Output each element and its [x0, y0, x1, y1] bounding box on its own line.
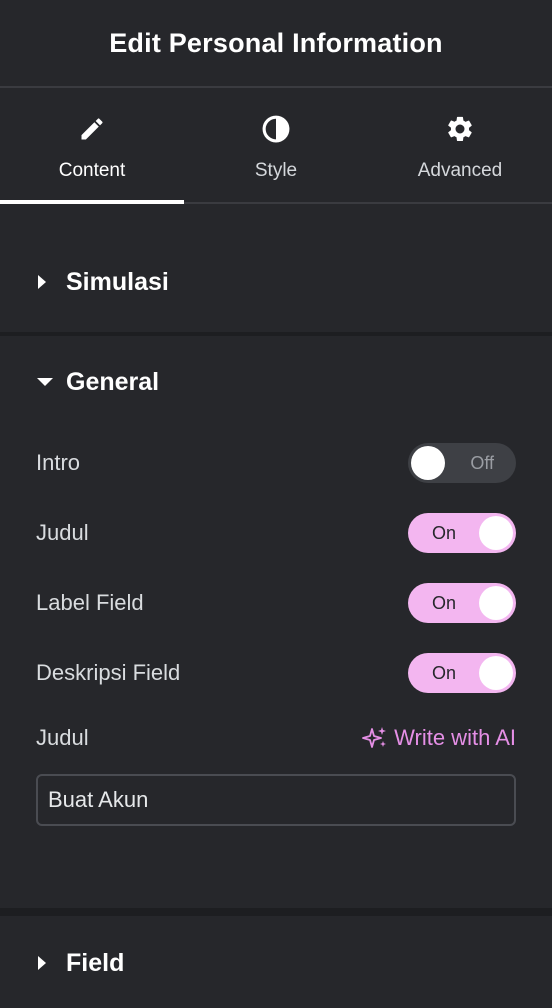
toggle-state-text: On: [432, 593, 457, 613]
toggle-knob: [411, 446, 445, 480]
section-general-title: General: [66, 367, 160, 396]
judul-toggle[interactable]: On: [408, 513, 516, 553]
section-simulasi: Simulasi: [0, 232, 552, 336]
setting-row-intro: Intro Off: [36, 428, 516, 498]
panel-title: Edit Personal Information: [109, 27, 443, 58]
tab-style[interactable]: Style: [184, 88, 368, 202]
toggle-knob: [479, 656, 513, 690]
section-general: General Intro Off Judul On Label Field O…: [0, 336, 552, 912]
toggle-knob: [479, 516, 513, 550]
section-field: Field: [0, 912, 552, 1008]
intro-label: Intro: [36, 450, 81, 475]
label-field-toggle[interactable]: On: [408, 583, 516, 623]
judul-toggle-label: Judul: [36, 520, 89, 545]
toggle-state-text: On: [432, 523, 457, 543]
section-field-header[interactable]: Field: [0, 916, 552, 1008]
tab-bar: Content Style Advanced: [0, 88, 552, 204]
tab-advanced[interactable]: Advanced: [368, 88, 552, 202]
tab-advanced-label: Advanced: [417, 160, 503, 181]
tab-content-label: Content: [58, 160, 126, 181]
judul-text-label: Judul: [36, 725, 89, 750]
toggle-state-text: Off: [470, 453, 494, 473]
caret-right-icon: [36, 274, 56, 290]
label-field-label: Label Field: [36, 590, 144, 615]
contrast-icon: [261, 114, 291, 144]
deskripsi-field-label: Deskripsi Field: [36, 660, 181, 685]
caret-down-icon: [36, 376, 56, 388]
section-general-header[interactable]: General: [0, 336, 552, 428]
toggle-knob: [479, 586, 513, 620]
pencil-icon: [77, 114, 107, 144]
judul-text-header: Judul Write with AI: [36, 710, 516, 766]
sparkle-icon: [362, 726, 388, 750]
section-field-title: Field: [66, 948, 125, 977]
setting-row-deskripsi-field: Deskripsi Field On: [36, 638, 516, 708]
write-with-ai-label: Write with AI: [394, 725, 516, 750]
section-simulasi-header[interactable]: Simulasi: [0, 232, 552, 332]
tab-content[interactable]: Content: [0, 88, 184, 204]
panel-header: Edit Personal Information: [0, 0, 552, 88]
intro-toggle[interactable]: Off: [408, 443, 516, 483]
deskripsi-field-toggle[interactable]: On: [408, 653, 516, 693]
tab-style-label: Style: [254, 160, 298, 181]
judul-text-input[interactable]: [36, 774, 516, 826]
setting-row-label-field: Label Field On: [36, 568, 516, 638]
section-simulasi-title: Simulasi: [66, 267, 169, 296]
gear-icon: [445, 114, 475, 144]
setting-row-judul: Judul On: [36, 498, 516, 568]
caret-right-icon: [36, 955, 56, 971]
section-general-body: Intro Off Judul On Label Field On Deskri…: [0, 428, 552, 908]
toggle-state-text: On: [432, 663, 457, 683]
write-with-ai-button[interactable]: Write with AI: [362, 725, 516, 751]
